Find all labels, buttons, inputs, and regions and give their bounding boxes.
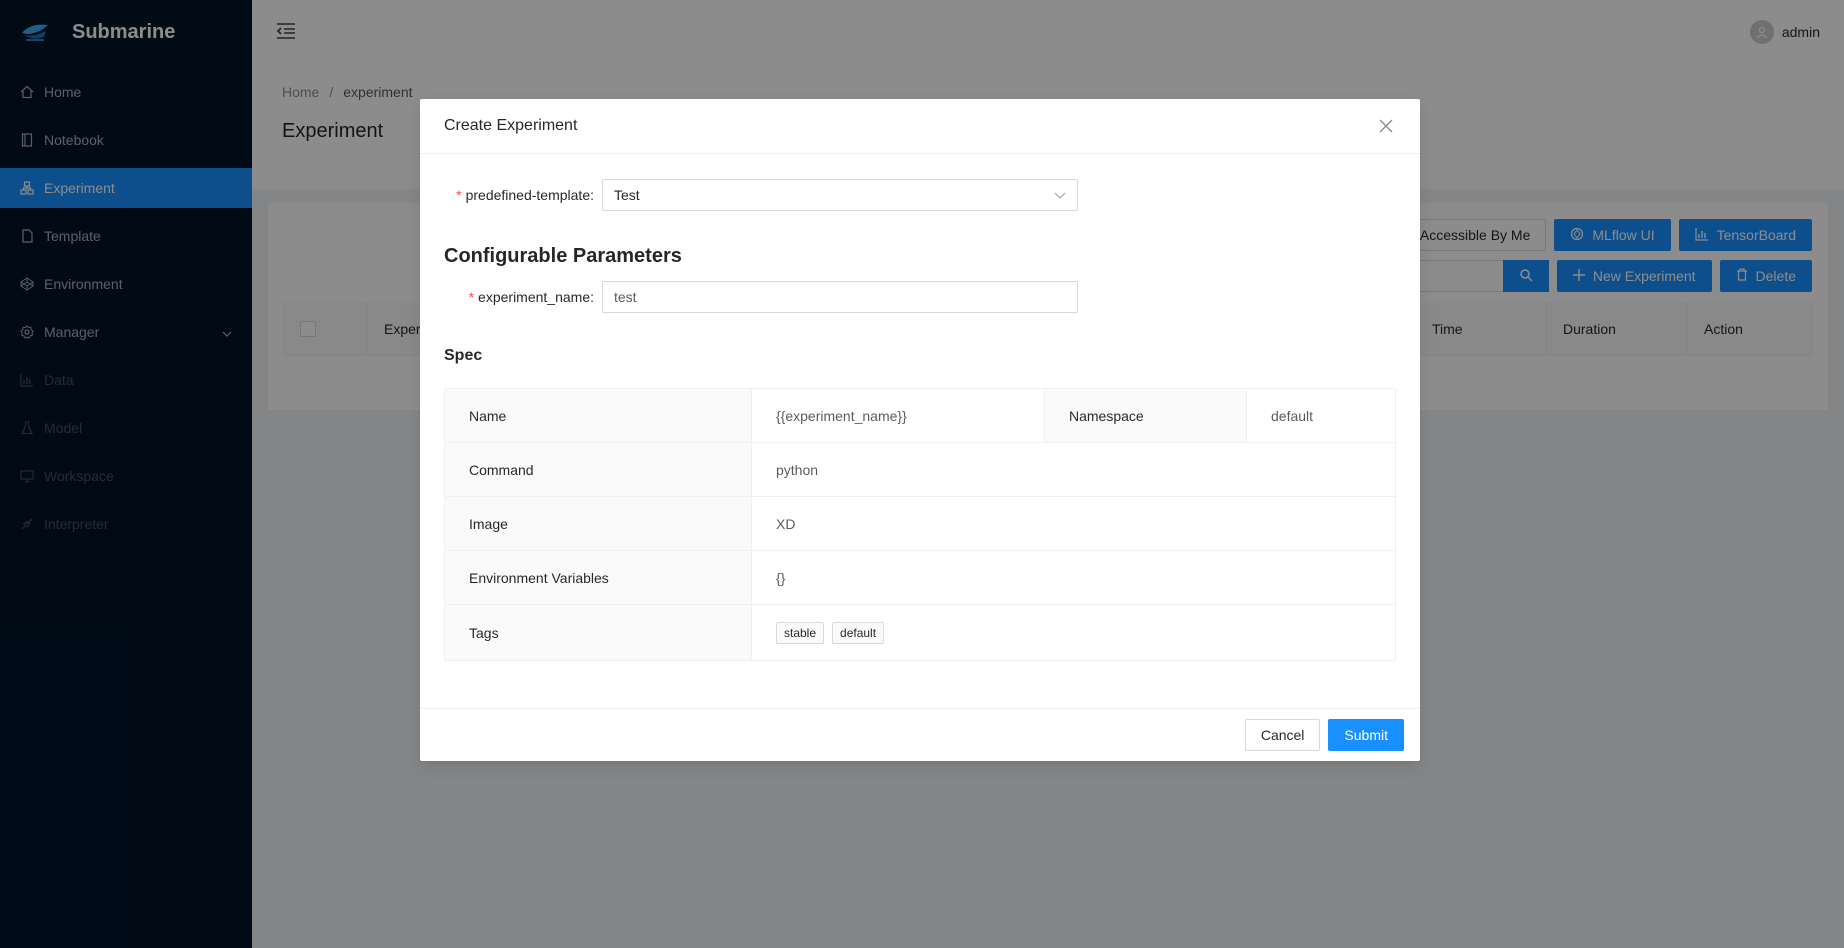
- experiment-name-value: test: [614, 289, 637, 305]
- name-form-row: * experiment_name: test: [420, 281, 1078, 313]
- template-select[interactable]: Test: [602, 179, 1078, 211]
- required-mark: *: [456, 187, 462, 203]
- template-label: * predefined-template:: [420, 187, 602, 203]
- spec-row-name: Name {{experiment_name}} Namespace defau…: [445, 389, 1395, 443]
- spec-heading: Spec: [444, 347, 483, 364]
- spec-value: python: [776, 461, 819, 478]
- experiment-name-input[interactable]: test: [602, 281, 1078, 313]
- template-form-row: * predefined-template: Test: [420, 179, 1078, 211]
- spec-label: Image: [445, 497, 752, 550]
- spec-tags: stable default: [752, 605, 1395, 660]
- modal-footer: Cancel Submit: [420, 708, 1420, 761]
- template-select-value: Test: [614, 187, 640, 203]
- spec-label: Command: [445, 443, 752, 496]
- required-mark: *: [468, 289, 475, 305]
- spec-row-tags: Tags stable default: [445, 605, 1395, 660]
- create-experiment-modal: Create Experiment * predefined-template: …: [420, 99, 1420, 761]
- spec-row-env: Environment Variables {}: [445, 551, 1395, 605]
- spec-row-command: Command python: [445, 443, 1395, 497]
- spec-value: default: [1271, 407, 1314, 424]
- spec-value: {{experiment_name}}: [752, 389, 1045, 442]
- spec-value: {}: [776, 569, 786, 586]
- modal-header: Create Experiment: [420, 99, 1420, 154]
- spec-label: Tags: [445, 605, 752, 660]
- experiment-name-label-text: experiment_name: [478, 289, 591, 305]
- modal-body: * predefined-template: Test Configurable …: [420, 154, 1420, 707]
- template-label-text: predefined-template: [465, 187, 591, 203]
- configurable-parameters-heading: Configurable Parameters: [444, 245, 682, 267]
- spec-row-image: Image XD: [445, 497, 1395, 551]
- chevron-down-icon: [1054, 187, 1066, 203]
- spec-value: XD: [776, 515, 796, 532]
- tag: stable: [776, 621, 825, 644]
- label-colon: :: [590, 187, 594, 203]
- spec-table: Name {{experiment_name}} Namespace defau…: [444, 388, 1396, 661]
- modal-title: Create Experiment: [444, 117, 578, 134]
- tag: default: [832, 621, 885, 644]
- submit-button[interactable]: Submit: [1328, 719, 1404, 751]
- spec-label: Environment Variables: [445, 551, 752, 604]
- experiment-name-label: * experiment_name:: [420, 289, 602, 305]
- spec-label: Name: [445, 389, 752, 442]
- cancel-button[interactable]: Cancel: [1244, 719, 1321, 751]
- label-colon: :: [590, 289, 594, 305]
- spec-label: Namespace: [1045, 389, 1247, 442]
- close-icon[interactable]: [1376, 116, 1396, 136]
